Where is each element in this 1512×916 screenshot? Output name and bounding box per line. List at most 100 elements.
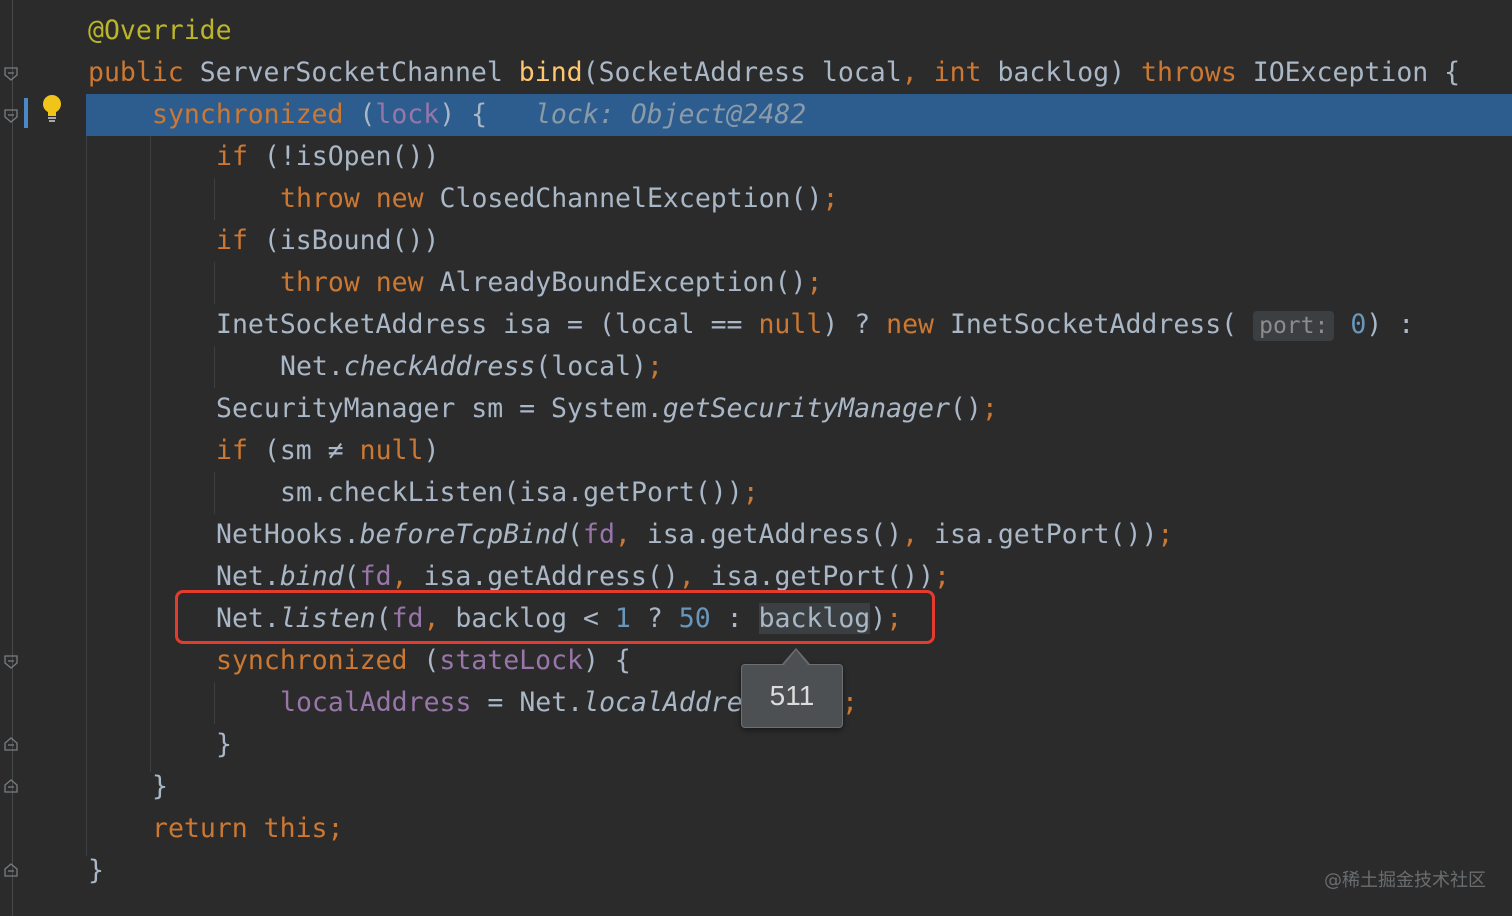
statement: SecurityManager sm = System. — [216, 393, 663, 424]
keyword: new — [886, 309, 950, 340]
static-method: bind — [279, 561, 344, 592]
field: fd — [582, 519, 615, 550]
args: isa.getAddress() — [423, 561, 679, 592]
ctor: InetSocketAddress( — [949, 309, 1238, 340]
code-line[interactable]: InetSocketAddress isa = (local == null) … — [0, 304, 1512, 346]
brace: } — [152, 771, 168, 802]
args: (local) — [535, 351, 647, 382]
semicolon: ; — [842, 687, 858, 718]
paren: ) — [423, 435, 440, 466]
semicolon: ; — [822, 183, 839, 214]
comma: , — [614, 519, 647, 550]
code-line[interactable]: Net.checkAddress(local); — [0, 346, 1512, 388]
keyword: synchronized — [152, 99, 360, 130]
highlight-box — [175, 590, 935, 644]
lightbulb-icon[interactable] — [38, 93, 66, 125]
code-line[interactable]: NetHooks.beforeTcpBind(fd, isa.getAddres… — [0, 514, 1512, 556]
code-line[interactable]: if (!isOpen()) — [0, 136, 1512, 178]
brace: } — [216, 729, 232, 760]
code-editor[interactable]: @Override public ServerSocketChannel bin… — [0, 0, 1512, 916]
code-line[interactable]: } — [0, 724, 1512, 766]
condition: (sm — [263, 435, 328, 466]
paren: ( — [343, 561, 360, 592]
annotation: @Override — [88, 15, 232, 46]
semicolon: ; — [981, 393, 998, 424]
exception-ctor: AlreadyBoundException() — [439, 267, 807, 298]
execution-point-line[interactable]: synchronized (lock) { lock: Object@2482 — [86, 94, 1512, 136]
keyword: synchronized — [216, 645, 424, 676]
args: isa.getPort()) — [934, 519, 1158, 550]
keyword: null — [343, 435, 424, 466]
code-line[interactable]: throw new AlreadyBoundException(); — [0, 262, 1512, 304]
class-ref: Net. — [216, 561, 280, 592]
semicolon: ; — [806, 267, 823, 298]
exception-ctor: ClosedChannelException() — [439, 183, 823, 214]
exception-type: IOException { — [1252, 57, 1461, 88]
class-ref: Net. — [280, 351, 344, 382]
operator: ≠ — [327, 435, 344, 466]
return-statement: return this; — [152, 813, 344, 844]
keyword: if — [216, 225, 264, 256]
args: isa.getPort()) — [710, 561, 935, 592]
code-line[interactable]: throw new ClosedChannelException(); — [0, 178, 1512, 220]
code-line[interactable]: public ServerSocketChannel bind(SocketAd… — [0, 52, 1512, 94]
statement: InetSocketAddress isa = (local — [216, 309, 711, 340]
operator: == — [710, 309, 743, 340]
statement: = Net. — [471, 687, 584, 718]
statement: sm.checkListen(isa.getPort()) — [280, 477, 743, 508]
keyword: throw new — [280, 183, 440, 214]
params: (SocketAddress local — [582, 57, 902, 88]
inline-debug-value[interactable]: lock: Object@2482 — [535, 99, 806, 130]
code-line[interactable]: if (sm ≠ null) — [0, 430, 1512, 472]
args: () — [949, 393, 982, 424]
params: backlog) — [997, 57, 1142, 88]
code-line[interactable]: @Override — [0, 10, 1512, 52]
code-line[interactable]: } — [0, 766, 1512, 808]
keyword: null — [742, 309, 823, 340]
brace: ) { — [439, 99, 488, 130]
semicolon: ; — [646, 351, 663, 382]
number: 0 — [1350, 309, 1367, 340]
watermark: @稀土掘金技术社区 — [1324, 870, 1486, 891]
static-method: localAddre — [583, 687, 743, 718]
paren: ( — [359, 99, 376, 130]
comma: , — [901, 57, 934, 88]
code-line[interactable]: if (isBound()) — [0, 220, 1512, 262]
keyword: int — [933, 57, 998, 88]
static-method: getSecurityManager — [662, 393, 950, 424]
code-line[interactable]: sm.checkListen(isa.getPort()); — [0, 472, 1512, 514]
keyword: throws — [1141, 57, 1253, 88]
comma: , — [902, 519, 935, 550]
semicolon: ; — [742, 477, 759, 508]
keyword: throw new — [280, 267, 440, 298]
code-line[interactable]: return this; — [0, 808, 1512, 850]
ternary: ) ? — [822, 309, 887, 340]
field: localAddress — [280, 687, 472, 718]
static-method: beforeTcpBind — [359, 519, 568, 550]
class-ref: NetHooks. — [216, 519, 360, 550]
condition: (!isOpen()) — [263, 141, 440, 172]
brace: ) { — [582, 645, 631, 676]
paren: ( — [423, 645, 440, 676]
type-name: ServerSocketChannel — [199, 57, 519, 88]
code-line[interactable]: SecurityManager sm = System.getSecurityM… — [0, 388, 1512, 430]
code-line[interactable]: } — [0, 850, 1512, 892]
condition: (isBound()) — [263, 225, 440, 256]
semicolon: ; — [934, 561, 951, 592]
keyword: if — [216, 141, 264, 172]
field: lock — [375, 99, 440, 130]
paren: ( — [567, 519, 583, 550]
field: stateLock — [439, 645, 583, 676]
comma: , — [391, 561, 424, 592]
method-name: bind — [518, 57, 583, 88]
args: isa.getAddress() — [646, 519, 903, 550]
tooltip-arrow-fill — [784, 650, 808, 665]
debug-value-tooltip[interactable]: 511 — [741, 664, 843, 728]
field: fd — [359, 561, 392, 592]
static-method: checkAddress — [343, 351, 536, 382]
comma: , — [678, 561, 711, 592]
ternary: ) : — [1366, 309, 1415, 340]
keyword: public — [88, 57, 200, 88]
keyword: if — [216, 435, 264, 466]
execution-marker — [24, 98, 28, 128]
